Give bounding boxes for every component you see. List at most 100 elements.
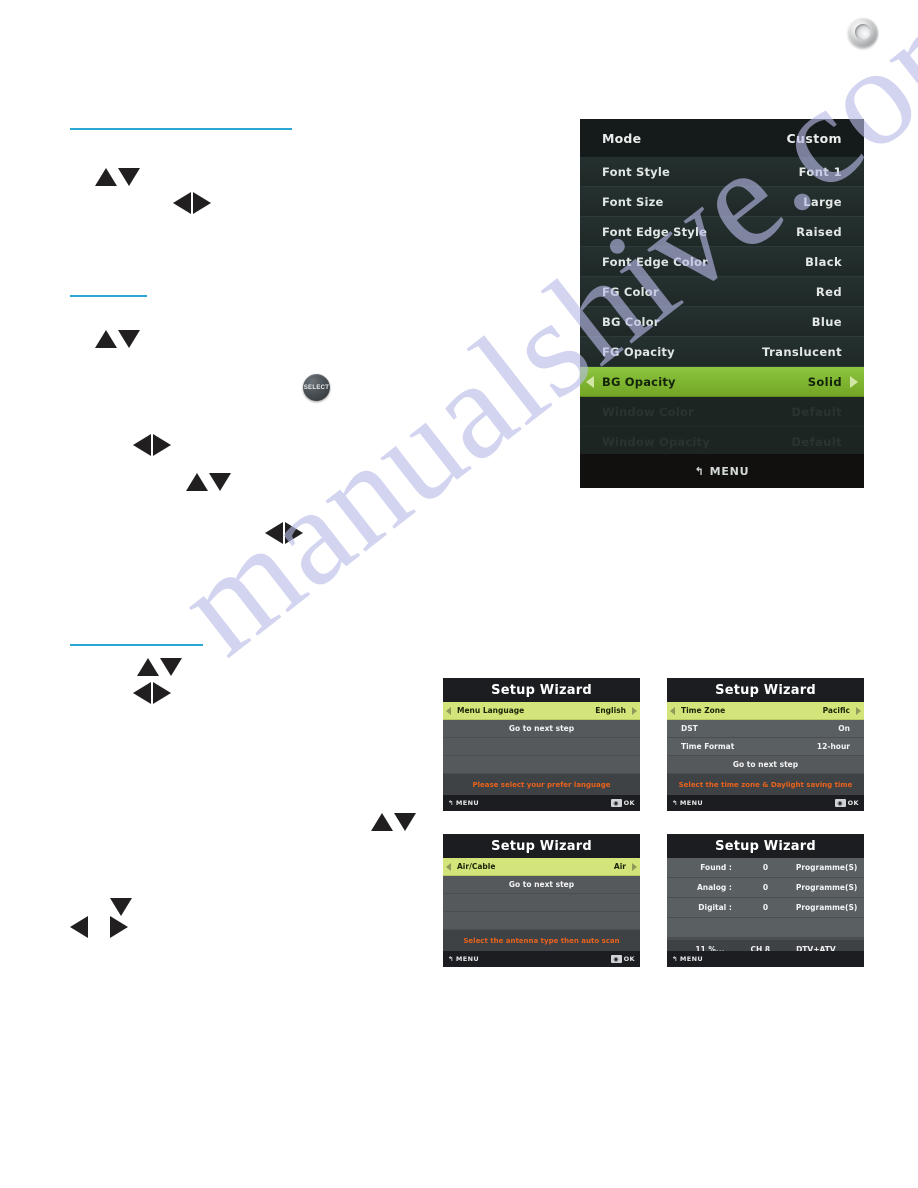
wizard-row-next-step[interactable]: Go to next step — [443, 720, 640, 738]
arrow-left-icon[interactable] — [446, 862, 451, 871]
wizard-row-dst[interactable]: DST On — [667, 720, 864, 738]
wizard-row-blank — [443, 912, 640, 930]
osd-row-label: FG Opacity — [602, 344, 675, 359]
setup-wizard-antenna: Setup Wizard Air/Cable Air Go to next st… — [443, 834, 640, 967]
osd-row-label: Font Edge Style — [602, 224, 708, 239]
select-button-label: SELECT — [303, 384, 330, 391]
scan-row-label: Analog : — [696, 883, 732, 892]
arrow-right-icon[interactable] — [632, 862, 637, 871]
wizard-body: Air/Cable Air Go to next step Select the… — [443, 858, 640, 967]
wizard-row-menu-language[interactable]: Menu Language English — [443, 702, 640, 720]
wizard-row-label: Time Zone — [681, 706, 726, 715]
osd-header-label: Mode — [602, 130, 642, 146]
osd-row-bg-opacity-selected[interactable]: BG Opacity Solid — [580, 367, 864, 397]
osd-row-fg-opacity[interactable]: FG Opacity Translucent — [580, 337, 864, 367]
wizard-ok-label: OK — [623, 955, 635, 963]
osd-footer-bar: ↰ MENU — [580, 454, 864, 488]
arrow-right-icon[interactable] — [856, 706, 861, 715]
osd-row-font-edge-color[interactable]: Font Edge Color Black — [580, 247, 864, 277]
triangle-up-icon — [137, 658, 159, 676]
osd-row-label: Font Style — [602, 164, 670, 179]
wizard-title: Setup Wizard — [667, 834, 864, 858]
wizard-title: Setup Wizard — [667, 678, 864, 702]
back-arrow-icon: ↰ — [672, 955, 678, 963]
setup-wizard-scan: Setup Wizard Found : 0 Programme(S) Anal… — [667, 834, 864, 967]
scan-row-unit: Programme(S) — [795, 883, 858, 892]
triangle-left-icon — [133, 682, 151, 704]
osd-row-value: Default — [791, 404, 842, 419]
osd-row-value: Solid — [807, 374, 842, 389]
osd-row-label: Window Opacity — [602, 434, 710, 449]
nav-updown-4 — [137, 658, 197, 680]
manual-page: manualshive.com SELECT Mode Custom Font … — [0, 0, 918, 1188]
section-rule-1 — [70, 128, 292, 130]
arrow-right-icon[interactable] — [850, 375, 858, 388]
nav-left-single — [70, 916, 94, 938]
triangle-right-icon — [193, 192, 211, 214]
setup-wizard-timezone: Setup Wizard Time Zone Pacific DST On Ti… — [667, 678, 864, 811]
triangle-left-icon — [133, 434, 151, 456]
wizard-row-time-zone[interactable]: Time Zone Pacific — [667, 702, 864, 720]
select-button[interactable]: SELECT — [303, 374, 330, 401]
osd-row-label: BG Opacity — [602, 374, 676, 389]
triangle-right-icon — [285, 522, 303, 544]
arrow-left-icon[interactable] — [670, 706, 675, 715]
wizard-row-time-format[interactable]: Time Format 12-hour — [667, 738, 864, 756]
section-rule-3 — [70, 644, 203, 646]
arrow-left-icon[interactable] — [446, 706, 451, 715]
back-arrow-icon: ↰ — [448, 799, 454, 807]
osd-row-value: Translucent — [762, 344, 842, 359]
wizard-row-next-step[interactable]: Go to next step — [667, 756, 864, 774]
wizard-row-value: English — [595, 706, 626, 715]
wizard-row-label: Time Format — [681, 742, 735, 751]
wizard-row-next-step[interactable]: Go to next step — [443, 876, 640, 894]
wizard-row-label: Go to next step — [732, 760, 799, 769]
wizard-row-value: Air — [613, 862, 626, 871]
wizard-ok-control[interactable]: ◉ OK — [610, 799, 635, 807]
osd-row-window-color: Window Color Default — [580, 397, 864, 427]
setup-wizard-language: Setup Wizard Menu Language English Go to… — [443, 678, 640, 811]
nav-updown-5 — [371, 813, 431, 835]
osd-row-value: Large — [803, 194, 842, 209]
osd-row-font-size[interactable]: Font Size Large — [580, 187, 864, 217]
wizard-row-value: On — [838, 724, 850, 733]
triangle-right-icon — [153, 434, 171, 456]
back-arrow-icon: ↰ — [694, 464, 705, 478]
osd-row-font-style[interactable]: Font Style Font 1 — [580, 157, 864, 187]
ok-badge-icon: ◉ — [834, 799, 846, 807]
wizard-row-label: Menu Language — [457, 706, 525, 715]
osd-row-label: BG Color — [602, 314, 660, 329]
osd-row-value: Black — [805, 254, 842, 269]
wizard-hint-text: Please select your prefer language — [443, 775, 640, 795]
section-rule-2 — [70, 295, 147, 297]
wizard-ok-control[interactable]: ◉ OK — [834, 799, 859, 807]
osd-row-value: Blue — [811, 314, 842, 329]
wizard-footer-bar: ↰ MENU ◉ OK — [443, 795, 640, 811]
osd-row-label: FG Color — [602, 284, 659, 299]
osd-row-value: Default — [791, 434, 842, 449]
triangle-left-icon — [70, 916, 88, 938]
wizard-row-blank — [443, 894, 640, 912]
triangle-up-icon — [95, 168, 117, 186]
triangle-down-icon — [110, 898, 132, 916]
wizard-ok-control[interactable]: ◉ OK — [610, 955, 635, 963]
circular-brand-logo-icon — [848, 18, 878, 48]
wizard-row-label: Go to next step — [508, 880, 575, 889]
wizard-ok-label: OK — [623, 799, 635, 807]
arrow-right-icon[interactable] — [632, 706, 637, 715]
scan-row-unit: Programme(S) — [795, 863, 858, 872]
scan-row-blank — [667, 918, 864, 938]
wizard-row-value: Pacific — [822, 706, 850, 715]
wizard-row-label: Air/Cable — [457, 862, 496, 871]
nav-leftright-1 — [173, 192, 223, 214]
ok-badge-icon: ◉ — [610, 799, 622, 807]
scan-row-label: Found : — [700, 863, 732, 872]
osd-row-font-edge-style[interactable]: Font Edge Style Raised — [580, 217, 864, 247]
osd-row-fg-color[interactable]: FG Color Red — [580, 277, 864, 307]
wizard-row-label: Go to next step — [508, 724, 575, 733]
osd-row-bg-color[interactable]: BG Color Blue — [580, 307, 864, 337]
wizard-row-air-cable[interactable]: Air/Cable Air — [443, 858, 640, 876]
triangle-up-icon — [186, 473, 208, 491]
arrow-left-icon[interactable] — [586, 375, 594, 388]
back-arrow-icon: ↰ — [448, 955, 454, 963]
